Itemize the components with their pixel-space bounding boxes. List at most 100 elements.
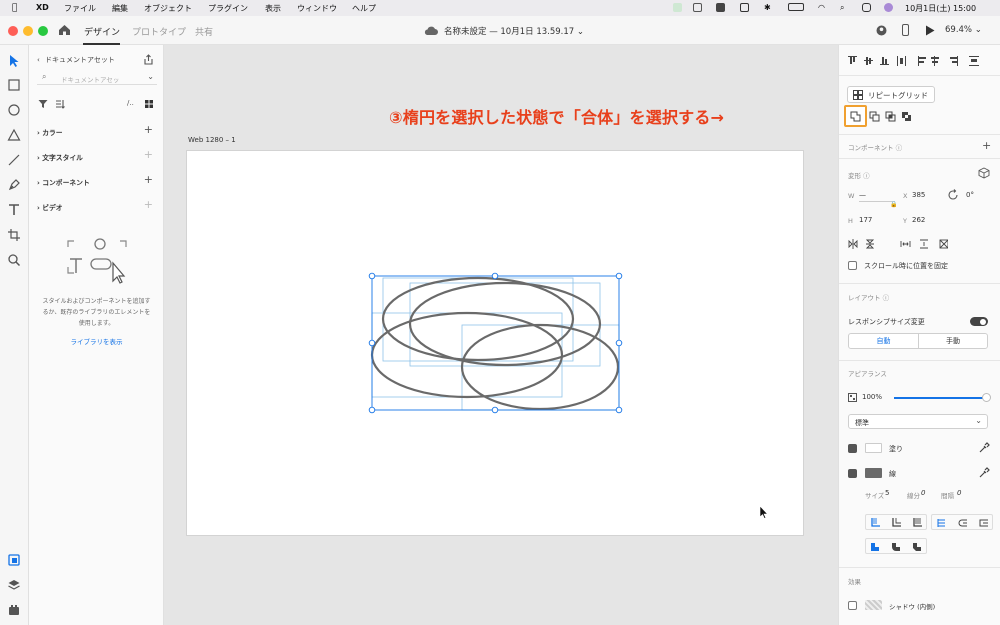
menu-window[interactable]: ウィンドウ <box>297 3 337 14</box>
fill-color-swatch[interactable] <box>865 443 882 453</box>
opacity-slider-handle[interactable] <box>982 393 991 402</box>
x-field[interactable]: 385 <box>912 191 925 199</box>
stroke-inside-icon[interactable] <box>870 518 880 528</box>
dropdown-chevron-icon[interactable]: ⌄ <box>147 72 154 81</box>
round-join-icon[interactable] <box>891 542 901 552</box>
menu-view[interactable]: 表示 <box>265 3 281 14</box>
sort-icon[interactable] <box>55 99 65 109</box>
opacity-value[interactable]: 100% <box>862 393 882 401</box>
height-field[interactable]: 177 <box>859 216 872 224</box>
exclude-overlap-icon[interactable] <box>901 111 913 123</box>
lock-aspect-icon[interactable]: 🔒 <box>890 201 897 208</box>
scroll-fix-checkbox[interactable] <box>848 261 857 270</box>
rotation-field[interactable]: 0° <box>966 191 974 199</box>
repeat-grid-button[interactable]: リピートグリッド <box>847 86 935 103</box>
width-field[interactable]: — <box>859 191 866 199</box>
3d-transform-icon[interactable] <box>978 167 990 179</box>
add-text-style-button[interactable]: + <box>144 149 153 160</box>
view-libraries-link[interactable]: ライブラリを表示 <box>33 336 160 346</box>
mobile-preview-icon[interactable] <box>902 24 909 36</box>
square-cap-icon[interactable] <box>978 518 988 528</box>
control-center-icon[interactable] <box>862 3 871 12</box>
stroke-outside-icon[interactable] <box>912 518 922 528</box>
zoom-tool-icon[interactable] <box>7 253 21 267</box>
back-chevron-icon[interactable]: ‹ <box>37 56 40 64</box>
account-icon[interactable] <box>876 25 887 36</box>
filter-icon[interactable] <box>38 99 48 109</box>
section-video[interactable]: › ビデオ <box>37 202 155 212</box>
union-button[interactable] <box>844 105 867 127</box>
apple-icon[interactable]:  <box>12 3 17 13</box>
battery-icon[interactable] <box>788 3 804 11</box>
add-component-inspector-button[interactable]: + <box>982 139 991 152</box>
menu-plugin[interactable]: プラグイン <box>208 3 248 14</box>
line-tool-icon[interactable] <box>7 153 21 167</box>
transform-actions[interactable] <box>848 239 948 249</box>
wifi-icon[interactable]: ◠ <box>818 3 825 12</box>
share-icon[interactable] <box>143 54 154 65</box>
fill-checkbox[interactable] <box>848 444 857 453</box>
butt-cap-icon[interactable] <box>936 518 946 528</box>
manual-mode-button[interactable]: 手動 <box>919 334 987 348</box>
home-icon[interactable] <box>58 24 71 36</box>
intersect-icon[interactable] <box>885 111 897 123</box>
menu-help[interactable]: ヘルプ <box>352 3 376 14</box>
bevel-join-icon[interactable] <box>912 542 922 552</box>
rectangle-tool-icon[interactable] <box>7 78 21 92</box>
clock[interactable]: 10月1日(土) 15:00 <box>905 3 976 14</box>
eyedropper-icon[interactable] <box>978 467 990 479</box>
menu-file[interactable]: ファイル <box>64 3 96 14</box>
plugins-panel-icon[interactable] <box>7 603 21 617</box>
add-video-button[interactable]: + <box>144 199 153 210</box>
select-tool-icon[interactable] <box>7 54 21 68</box>
stroke-center-icon[interactable] <box>891 518 901 528</box>
responsive-resize-toggle[interactable] <box>970 317 988 326</box>
play-icon[interactable] <box>925 25 935 36</box>
close-window-button[interactable] <box>8 26 18 36</box>
assets-panel-icon[interactable] <box>7 553 21 567</box>
section-colors[interactable]: › カラー <box>37 127 155 137</box>
list-view-icon[interactable]: /.. <box>127 99 134 107</box>
artboard-tool-icon[interactable] <box>7 228 21 242</box>
ellipse-tool-icon[interactable] <box>7 103 21 117</box>
menu-object[interactable]: オブジェクト <box>144 3 192 14</box>
zoom-level[interactable]: 69.4% ⌄ <box>945 25 982 35</box>
app-icon[interactable] <box>716 3 725 12</box>
stroke-checkbox[interactable] <box>848 469 857 478</box>
drive-icon[interactable] <box>693 3 702 12</box>
artboard-label[interactable]: Web 1280 – 1 <box>188 136 236 144</box>
add-color-button[interactable]: + <box>144 124 153 135</box>
section-components[interactable]: › コンポーネント <box>37 177 155 187</box>
add-component-button[interactable]: + <box>144 174 153 185</box>
inner-shadow-checkbox[interactable] <box>848 601 857 610</box>
status-icon[interactable] <box>673 3 682 12</box>
tab-share[interactable]: 共有 <box>195 25 213 38</box>
blend-mode-select[interactable]: 標準 ⌄ <box>848 414 988 429</box>
bluetooth-icon[interactable]: ✱ <box>764 3 771 12</box>
grid-view-icon[interactable] <box>144 99 154 109</box>
subtract-icon[interactable] <box>869 111 881 123</box>
section-text-styles[interactable]: › 文字スタイル <box>37 152 155 162</box>
layers-panel-icon[interactable] <box>7 578 21 592</box>
round-cap-icon[interactable] <box>957 518 967 528</box>
shadow-color-swatch[interactable] <box>865 600 882 610</box>
tab-prototype[interactable]: プロトタイプ <box>132 25 186 38</box>
asset-search-field[interactable]: ⌕ ドキュメントアセッ ⌄ <box>37 71 157 85</box>
dash-field[interactable]: 0 <box>921 489 925 497</box>
opacity-slider[interactable] <box>894 397 986 399</box>
maximize-window-button[interactable] <box>38 26 48 36</box>
auto-mode-button[interactable]: 自動 <box>849 334 918 348</box>
search-icon[interactable]: ⌕ <box>840 3 844 13</box>
input-method-icon[interactable] <box>740 3 749 12</box>
gap-field[interactable]: 0 <box>957 489 961 497</box>
stroke-size-field[interactable]: 5 <box>885 489 889 497</box>
align-toolbar[interactable] <box>848 55 996 67</box>
menu-app-name[interactable]: XD <box>36 3 49 12</box>
minimize-window-button[interactable] <box>23 26 33 36</box>
pen-tool-icon[interactable] <box>7 178 21 192</box>
menu-edit[interactable]: 編集 <box>112 3 128 14</box>
polygon-tool-icon[interactable] <box>7 128 21 142</box>
tab-design[interactable]: デザイン <box>84 25 120 38</box>
artboard[interactable] <box>186 150 804 536</box>
text-tool-icon[interactable] <box>7 203 21 217</box>
